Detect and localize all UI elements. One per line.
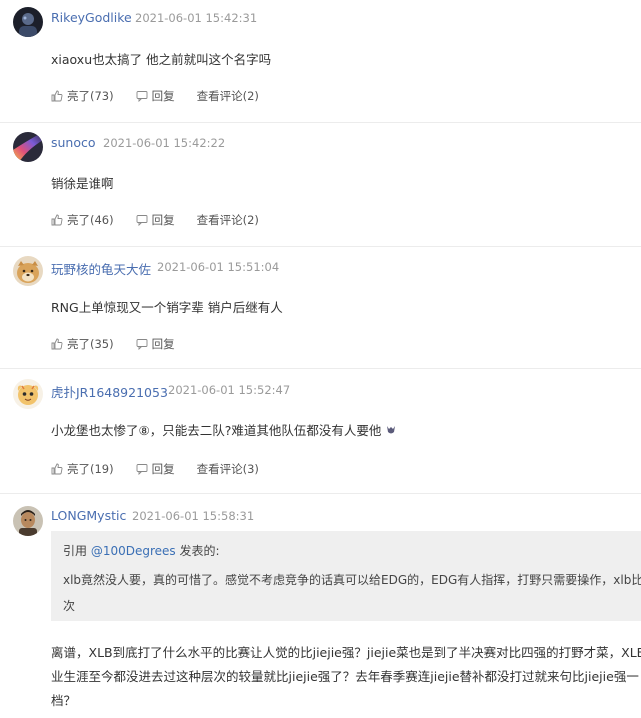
comment-actions: 亮了(19) 回复 查看评论(3) bbox=[51, 461, 281, 477]
view-comments-label: 查看评论(2) bbox=[196, 213, 259, 227]
like-button[interactable]: 亮了(35) bbox=[51, 336, 114, 352]
reply-button[interactable]: 回复 bbox=[136, 88, 175, 104]
comment-item: sunoco 2021-06-01 15:42:22 销徐是谁啊 亮了(46) … bbox=[0, 123, 641, 246]
view-comments-link[interactable]: 查看评论(2) bbox=[197, 212, 259, 228]
comment-text: xiaoxu也太搞了 他之前就叫这个名字吗 bbox=[51, 52, 272, 67]
quote-mention-link[interactable]: @100Degrees bbox=[91, 544, 176, 558]
reply-label: 回复 bbox=[151, 213, 175, 227]
reply-button[interactable]: 回复 bbox=[136, 212, 175, 228]
comment-actions: 亮了(35) 回复 bbox=[51, 336, 197, 352]
avatar[interactable] bbox=[13, 256, 43, 286]
reply-icon bbox=[136, 91, 148, 102]
username[interactable]: 玩野核的龟天大佐 bbox=[51, 259, 151, 278]
avatar[interactable] bbox=[13, 132, 43, 162]
comment-text-content: 小龙堡也太惨了⑧，只能去二队?难道其他队伍都没有人要他 bbox=[51, 423, 382, 438]
timestamp: 2021-06-01 15:51:04 bbox=[157, 260, 280, 274]
timestamp: 2021-06-01 15:42:31 bbox=[135, 11, 258, 25]
thumbs-up-icon bbox=[51, 90, 63, 102]
avatar[interactable] bbox=[13, 506, 43, 536]
comment-text: 销徐是谁啊 bbox=[51, 176, 114, 191]
username[interactable]: RikeyGodlike bbox=[51, 10, 132, 25]
timestamp: 2021-06-01 15:58:31 bbox=[132, 509, 255, 523]
reply-icon bbox=[136, 464, 148, 475]
avatar[interactable] bbox=[13, 379, 43, 409]
reply-icon bbox=[136, 215, 148, 226]
comment-actions: 亮了(46) 回复 查看评论(2) bbox=[51, 212, 281, 228]
comment-text: 离谱，XLB到底打了什么水平的比赛让人觉的比jiejie强？jiejie菜也是到… bbox=[51, 641, 641, 713]
timestamp: 2021-06-01 15:42:22 bbox=[103, 136, 226, 150]
username[interactable]: sunoco bbox=[51, 135, 96, 150]
comment-item: 虎扑JR1648921053 2021-06-01 15:52:47 小龙堡也太… bbox=[0, 369, 641, 493]
emoji-icon bbox=[387, 426, 396, 434]
comment-item: RikeyGodlike 2021-06-01 15:42:31 xiaoxu也… bbox=[0, 0, 641, 122]
view-comments-link[interactable]: 查看评论(3) bbox=[197, 461, 259, 477]
thumbs-up-icon bbox=[51, 463, 63, 475]
comment-text-line: 档？ bbox=[51, 693, 77, 708]
comment-item: 玩野核的龟天大佐 2021-06-01 15:51:04 RNG上单惊现又一个销… bbox=[0, 247, 641, 368]
comment-text-line: 离谱，XLB到底打了什么水平的比赛让人觉的比jiejie强？jiejie菜也是到… bbox=[51, 645, 641, 660]
username[interactable]: 虎扑JR1648921053 bbox=[51, 382, 168, 401]
quote-suffix: 发表的: bbox=[175, 544, 220, 558]
reply-label: 回复 bbox=[151, 337, 175, 351]
comment-text: 小龙堡也太惨了⑧，只能去二队?难道其他队伍都没有人要他 bbox=[51, 420, 397, 439]
comment-item: LONGMystic 2021-06-01 15:58:31 引用 @100De… bbox=[0, 494, 641, 718]
like-count: 亮了(35) bbox=[67, 337, 114, 351]
like-count: 亮了(73) bbox=[67, 89, 114, 103]
reply-icon bbox=[136, 339, 148, 350]
like-button[interactable]: 亮了(46) bbox=[51, 212, 114, 228]
quote-text-line: xlb竟然没人要，真的可惜了。感觉不考虑竞争的话真可以给EDG的，EDG有人指挥… bbox=[63, 573, 641, 587]
view-comments-label: 查看评论(2) bbox=[196, 89, 259, 103]
reply-label: 回复 bbox=[151, 462, 175, 476]
quote-header: 引用 @100Degrees 发表的: bbox=[63, 542, 220, 559]
timestamp: 2021-06-01 15:52:47 bbox=[168, 383, 291, 397]
thumbs-up-icon bbox=[51, 214, 63, 226]
comment-text-line: 业生涯至今都没进去过这种层次的较量就比jiejie强了？去年春季赛连jiejie… bbox=[51, 669, 639, 684]
reply-label: 回复 bbox=[151, 89, 175, 103]
avatar[interactable] bbox=[13, 7, 43, 37]
like-button[interactable]: 亮了(19) bbox=[51, 461, 114, 477]
comment-actions: 亮了(73) 回复 查看评论(2) bbox=[51, 88, 281, 104]
view-comments-label: 查看评论(3) bbox=[196, 462, 259, 476]
thumbs-up-icon bbox=[51, 338, 63, 350]
view-comments-link[interactable]: 查看评论(2) bbox=[197, 88, 259, 104]
quote-prefix: 引用 bbox=[63, 544, 91, 558]
quote-block: 引用 @100Degrees 发表的: xlb竟然没人要，真的可惜了。感觉不考虑… bbox=[51, 531, 641, 621]
username[interactable]: LONGMystic bbox=[51, 508, 126, 523]
like-button[interactable]: 亮了(73) bbox=[51, 88, 114, 104]
like-count: 亮了(19) bbox=[67, 462, 114, 476]
reply-button[interactable]: 回复 bbox=[136, 336, 175, 352]
reply-button[interactable]: 回复 bbox=[136, 461, 175, 477]
like-count: 亮了(46) bbox=[67, 213, 114, 227]
quote-text-line: 次 bbox=[63, 599, 76, 613]
comment-text: RNG上单惊现又一个销字辈 销户后继有人 bbox=[51, 300, 283, 315]
